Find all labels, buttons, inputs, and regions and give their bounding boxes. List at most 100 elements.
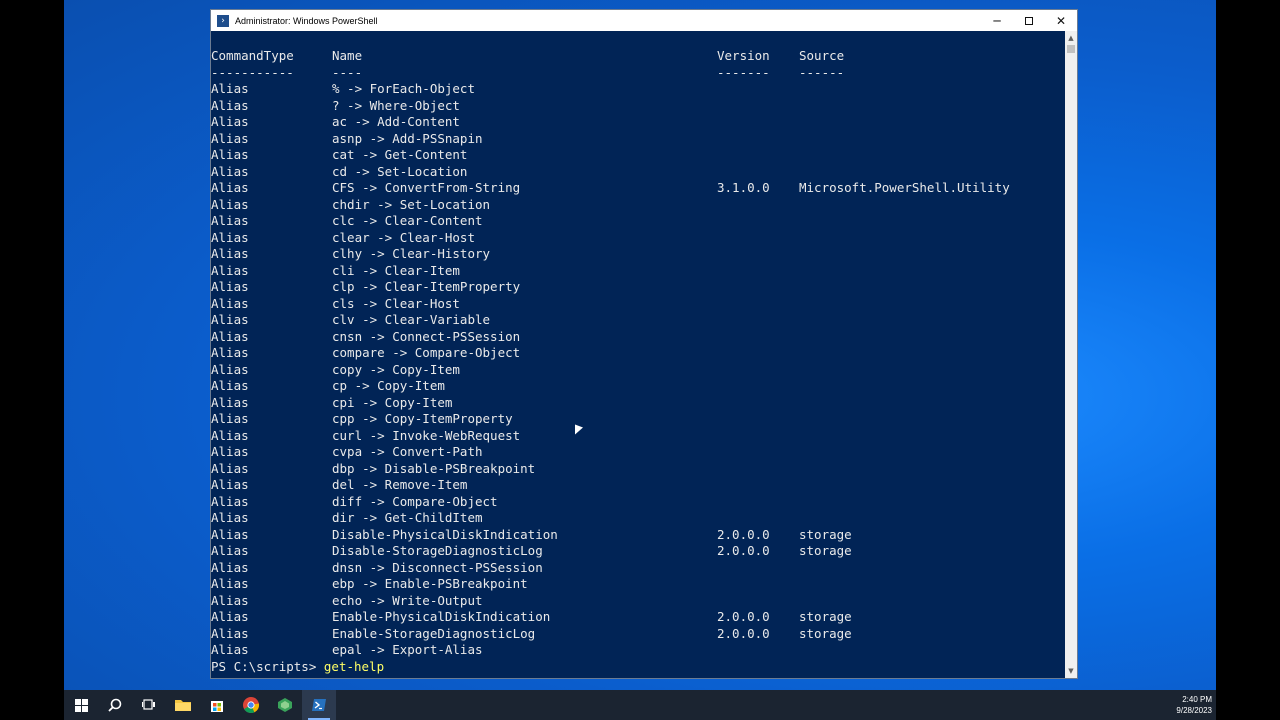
table-row: Alias echo -> Write-Output (211, 593, 1066, 610)
server-manager-icon (278, 698, 292, 712)
command-type-cell: Alias (211, 477, 249, 492)
search-icon (108, 698, 122, 712)
command-type-cell: Alias (211, 625, 249, 641)
command-type-cell: Alias (211, 592, 249, 608)
file-explorer-button[interactable] (166, 690, 200, 720)
name-cell: clv -> Clear-Variable (332, 312, 491, 327)
name-cell: clp -> Clear-ItemProperty (332, 279, 521, 294)
table-row: Alias cls -> Clear-Host (211, 296, 1066, 313)
table-row: Alias dnsn -> Disconnect-PSSession (211, 560, 1066, 577)
header-name: Name (332, 48, 363, 63)
source-cell: storage (799, 543, 852, 558)
name-cell: clc -> Clear-Content (332, 213, 483, 228)
name-cell: chdir -> Set-Location (332, 196, 491, 212)
command-type-cell: Alias (211, 543, 249, 558)
start-button[interactable] (64, 690, 98, 720)
name-cell: cat -> Get-Content (332, 147, 468, 162)
separator-version: ------- (717, 64, 770, 80)
table-row: Alias chdir -> Set-Location (211, 197, 1066, 214)
command-type-cell: Alias (211, 345, 249, 360)
command-type-cell: Alias (211, 642, 249, 657)
command-type-cell: Alias (211, 460, 249, 476)
command-type-cell: Alias (211, 295, 249, 311)
header-commandtype: CommandType (211, 48, 294, 63)
name-cell: CFS -> ConvertFrom-String (332, 180, 521, 195)
search-button[interactable] (98, 690, 132, 720)
name-cell: Disable-StorageDiagnosticLog (332, 543, 543, 558)
server-manager-button[interactable] (268, 690, 302, 720)
source-cell: storage (799, 526, 852, 542)
name-cell: ac -> Add-Content (332, 114, 460, 129)
version-cell: 2.0.0.0 (717, 543, 770, 558)
task-view-button[interactable] (132, 690, 166, 720)
chrome-button[interactable] (234, 690, 268, 720)
table-row: Alias clhy -> Clear-History (211, 246, 1066, 263)
command-input[interactable]: get-help (324, 659, 384, 674)
command-type-cell: Alias (211, 609, 249, 624)
table-row: Alias copy -> Copy-Item (211, 362, 1066, 379)
close-button[interactable]: ✕ (1045, 10, 1077, 31)
table-row: Alias epal -> Export-Alias (211, 642, 1066, 659)
table-row: Alias asnp -> Add-PSSnapin (211, 131, 1066, 148)
table-row: Alias Disable-StorageDiagnosticLog 2.0.0.0… (211, 543, 1066, 560)
command-type-cell: Alias (211, 97, 249, 113)
table-row: Alias compare -> Compare-Object (211, 345, 1066, 362)
command-type-cell: Alias (211, 510, 249, 525)
console-output[interactable]: CommandType Name Version Source ----------- -… (211, 31, 1066, 678)
table-row: Alias clv -> Clear-Variable (211, 312, 1066, 329)
name-cell: Enable-PhysicalDiskIndication (332, 609, 551, 624)
scroll-down-icon[interactable]: ▼ (1065, 664, 1077, 678)
table-row: Alias curl -> Invoke-WebRequest (211, 428, 1066, 445)
version-cell: 2.0.0.0 (717, 609, 770, 624)
command-type-cell: Alias (211, 229, 249, 245)
scroll-up-icon[interactable]: ▲ (1065, 31, 1077, 45)
command-type-cell: Alias (211, 328, 249, 344)
table-row: Alias cli -> Clear-Item (211, 263, 1066, 280)
store-button[interactable] (200, 690, 234, 720)
command-type-cell: Alias (211, 130, 249, 146)
table-row: Alias clc -> Clear-Content (211, 213, 1066, 230)
desktop: › Administrator: Windows PowerShell ─ ✕ … (64, 0, 1216, 720)
name-cell: cnsn -> Connect-PSSession (332, 328, 521, 344)
table-row: Alias Enable-StorageDiagnosticLog 2.0.0.0 s… (211, 626, 1066, 643)
system-clock[interactable]: 2:40 PM 9/28/2023 (1176, 690, 1212, 720)
command-type-cell: Alias (211, 114, 249, 129)
command-type-cell: Alias (211, 394, 249, 410)
vertical-scrollbar[interactable]: ▲ ▼ (1065, 31, 1077, 678)
name-cell: curl -> Invoke-WebRequest (332, 427, 521, 443)
name-cell: clear -> Clear-Host (332, 229, 475, 245)
powershell-taskbar-icon (312, 699, 326, 711)
command-type-cell: Alias (211, 279, 249, 294)
table-header-row: CommandType Name Version Source (211, 48, 1066, 65)
powershell-window[interactable]: › Administrator: Windows PowerShell ─ ✕ … (210, 9, 1078, 679)
name-cell: Disable-PhysicalDiskIndication (332, 526, 558, 542)
table-row: Alias ebp -> Enable-PSBreakpoint (211, 576, 1066, 593)
command-type-cell: Alias (211, 196, 249, 212)
table-row: Alias cpi -> Copy-Item (211, 395, 1066, 412)
scroll-thumb[interactable] (1067, 45, 1075, 53)
name-cell: dbp -> Disable-PSBreakpoint (332, 460, 536, 476)
separator-name: ---- (332, 64, 363, 80)
command-type-cell: Alias (211, 262, 249, 278)
name-cell: cpi -> Copy-Item (332, 394, 453, 410)
minimize-button[interactable]: ─ (981, 10, 1013, 31)
command-type-cell: Alias (211, 444, 249, 459)
table-row: Alias diff -> Compare-Object (211, 494, 1066, 511)
separator-commandtype: ----------- (211, 64, 294, 80)
table-row: Alias cp -> Copy-Item (211, 378, 1066, 395)
command-type-cell: Alias (211, 361, 249, 377)
title-bar[interactable]: › Administrator: Windows PowerShell ─ ✕ (211, 10, 1077, 31)
chrome-icon (243, 697, 260, 713)
command-type-cell: Alias (211, 213, 249, 228)
version-cell: 2.0.0.0 (717, 526, 770, 542)
folder-icon (175, 700, 191, 711)
separator-source: ------ (799, 64, 845, 80)
command-type-cell: Alias (211, 576, 249, 591)
maximize-button[interactable] (1013, 10, 1045, 31)
table-row: Alias cpp -> Copy-ItemProperty (211, 411, 1066, 428)
powershell-taskbar-button[interactable] (302, 690, 336, 720)
command-type-cell: Alias (211, 81, 249, 96)
name-cell: copy -> Copy-Item (332, 361, 460, 377)
table-row: Alias clear -> Clear-Host (211, 230, 1066, 247)
table-row: Alias cvpa -> Convert-Path (211, 444, 1066, 461)
